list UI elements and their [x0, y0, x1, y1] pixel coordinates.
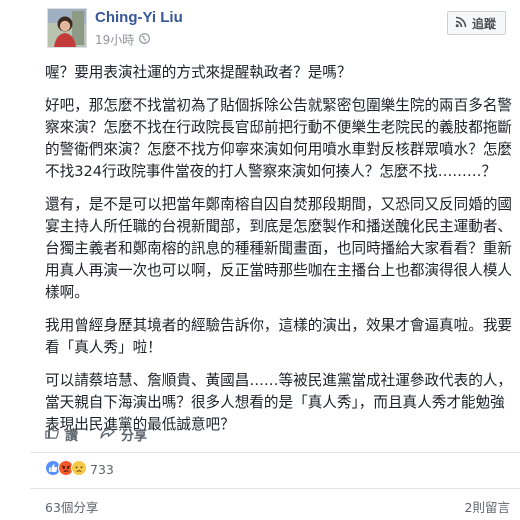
facebook-post: Ching-Yi Liu 19小時 追蹤 喔？要用表演社運的方式來提醒執政者？是…: [0, 0, 520, 520]
sad-reaction-icon: [71, 459, 87, 479]
author-name-link[interactable]: Ching-Yi Liu: [95, 9, 183, 26]
share-arrow-icon: [100, 425, 115, 443]
thumbs-up-icon: [45, 425, 59, 443]
reaction-count[interactable]: 733: [90, 462, 114, 477]
share-count-link[interactable]: 63個分享: [45, 497, 98, 516]
comment-count-link[interactable]: 2則留言: [465, 497, 510, 516]
reaction-icons: [45, 459, 87, 479]
share-button-label: 分享: [121, 428, 148, 444]
reactions-summary[interactable]: 733: [45, 459, 114, 479]
like-button-label: 讚: [65, 428, 79, 444]
post-actions: 讚 分享: [45, 423, 147, 445]
privacy-globe-icon: [139, 32, 151, 47]
post-paragraph-1: 喔？要用表演社運的方式來提醒執政者？是嗎？: [45, 64, 352, 81]
avatar-photo-icon: [48, 9, 86, 47]
post-paragraph-3: 還有，是不是可以把當年鄭南榕自囚自焚那段期間，又恐同又反同婚的國宴主持人所任職的…: [45, 196, 513, 301]
rss-follow-icon: [455, 16, 467, 31]
post-meta: 19小時: [95, 31, 151, 48]
share-button[interactable]: 分享: [100, 425, 147, 444]
divider: [30, 452, 520, 453]
post-time-link[interactable]: 19小時: [95, 31, 134, 48]
post-paragraph-2: 好吧，那怎麼不找當初為了貼個拆除公告就緊密包圍樂生院的兩百多名警察來演？怎麼不找…: [45, 97, 513, 180]
author-avatar[interactable]: [47, 8, 87, 48]
post-paragraph-4: 我用曾經身歷其境者的經驗告訴你，這樣的演出，效果才會逼真啦。我要看「真人秀」啦！: [45, 317, 513, 356]
follow-button-label: 追蹤: [471, 16, 496, 31]
divider: [30, 488, 520, 489]
follow-button[interactable]: 追蹤: [446, 11, 506, 35]
like-button[interactable]: 讚: [45, 425, 78, 444]
post-body: 喔？要用表演社運的方式來提醒執政者？是嗎？ 好吧，那怎麼不找當初為了貼個拆除公告…: [45, 62, 513, 447]
